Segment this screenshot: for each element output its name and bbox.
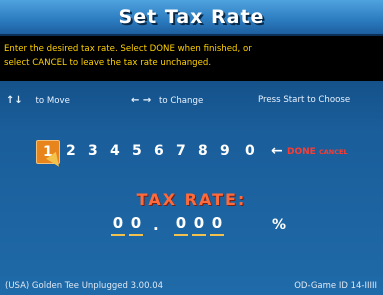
title-bar: Set Tax Rate [0,0,383,36]
tax-digit-4: 0 [192,214,206,236]
key-7[interactable]: 7 [176,143,186,159]
key-1[interactable]: 1 [36,140,64,171]
up-down-arrows-icon: ↑↓ [6,95,23,106]
start-hint: Press Start to Choose [258,95,351,105]
key-8[interactable]: 8 [198,143,208,159]
key-6[interactable]: 6 [154,143,164,159]
move-hint: ↑↓ to Move [6,95,70,106]
key-3[interactable]: 3 [88,143,98,159]
game-version: (USA) Golden Tee Unplugged 3.00.04 [5,281,164,291]
change-hint: ← → to Change [131,95,203,106]
key-5[interactable]: 5 [132,143,142,159]
page-title: Set Tax Rate [118,6,265,28]
tax-digit-5: 0 [210,214,224,236]
tax-digit-1: 0 [111,214,125,236]
move-hint-label: to Move [35,96,70,106]
left-right-arrows-icon: ← → [131,95,152,106]
tax-rate-value: 0 0 . 0 0 0 % [111,214,311,240]
key-2[interactable]: 2 [66,143,76,159]
change-hint-label: to Change [158,96,204,106]
control-hints: ↑↓ to Move ← → to Change Press Start to … [0,90,383,112]
footer-bar: (USA) Golden Tee Unplugged 3.00.04 OD-Ga… [0,278,383,295]
tax-digit-3: 0 [174,214,188,236]
decimal-point: . [153,216,159,234]
key-9[interactable]: 9 [220,143,230,159]
set-tax-rate-screen: Set Tax Rate Enter the desired tax rate.… [0,0,383,295]
cancel-button[interactable]: CANCEL [319,148,348,156]
game-id: OD-Game ID 14-IIIII [294,281,377,291]
instruction-line-2: select CANCEL to leave the tax rate unch… [4,58,212,68]
tax-rate-label: TAX RATE: [136,190,247,209]
done-button[interactable]: DONE [287,147,316,157]
key-0[interactable]: 0 [245,143,255,159]
key-4[interactable]: 4 [110,143,120,159]
instructions-panel: Enter the desired tax rate. Select DONE … [0,36,383,81]
tax-digit-2: 0 [129,214,143,236]
backspace-arrow-icon[interactable]: ← [271,143,283,159]
instruction-line-1: Enter the desired tax rate. Select DONE … [4,44,252,54]
digit-keypad: 1 2 3 4 5 6 7 8 9 0 ← DONE CANCEL [36,140,376,171]
percent-sign: % [272,217,287,233]
